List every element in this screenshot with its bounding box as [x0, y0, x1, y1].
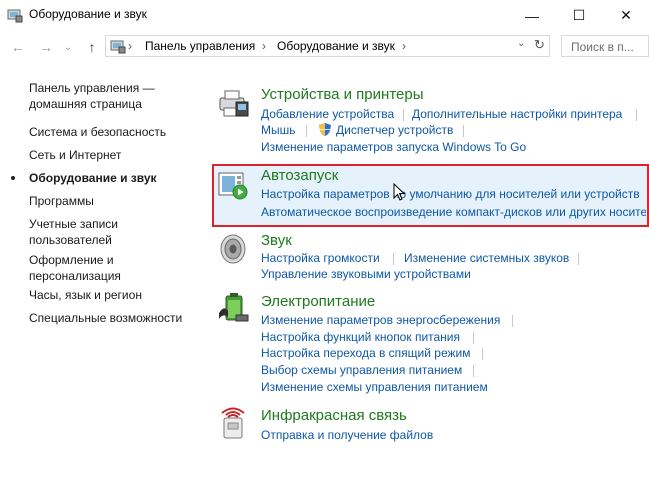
link-volume[interactable]: Настройка громкости [261, 251, 380, 265]
section-title-autoplay[interactable]: Автозапуск [261, 167, 338, 184]
link-power-saving[interactable]: Изменение параметров энергосбережения [261, 313, 500, 327]
search-input[interactable]: Поиск в п... [561, 35, 649, 57]
link-divider [512, 315, 513, 327]
forward-arrow-icon[interactable]: → [36, 37, 56, 57]
breadcrumb-separator: › [262, 39, 266, 53]
refresh-icon[interactable]: ↻ [534, 37, 545, 53]
link-divider [473, 332, 474, 344]
sidebar-item-hardware-sound[interactable]: Оборудование и звук [29, 170, 157, 186]
sidebar-item-clock-region[interactable]: Часы, язык и регион [29, 287, 142, 303]
back-arrow-icon[interactable]: ← [8, 37, 28, 57]
sidebar-item-home[interactable]: Панель управления — домашняя страница [29, 80, 155, 112]
link-windows-to-go[interactable]: Изменение параметров запуска Windows To … [261, 140, 526, 154]
current-item-bullet [11, 176, 15, 180]
link-divider [636, 109, 637, 121]
section-title-power[interactable]: Электропитание [261, 293, 375, 310]
sidebar-item-appearance[interactable]: Оформление и персонализация [29, 252, 121, 284]
link-divider [482, 348, 483, 360]
control-panel-icon [110, 40, 126, 54]
link-power-buttons[interactable]: Настройка функций кнопок питания [261, 330, 460, 344]
sidebar-item-programs[interactable]: Программы [29, 193, 94, 209]
breadcrumb-separator: › [402, 39, 406, 53]
link-send-receive-files[interactable]: Отправка и получение файлов [261, 428, 433, 442]
link-sound-devices[interactable]: Управление звуковыми устройствами [261, 267, 471, 281]
link-add-device[interactable]: Добавление устройства [261, 107, 394, 121]
link-edit-plan[interactable]: Изменение схемы управления питанием [261, 380, 488, 394]
uac-shield-icon [319, 123, 331, 136]
link-system-sounds[interactable]: Изменение системных звуков [404, 251, 569, 265]
link-device-manager[interactable]: Диспетчер устройств [336, 123, 453, 137]
section-title-devices[interactable]: Устройства и принтеры [261, 86, 423, 103]
link-divider [473, 365, 474, 377]
up-arrow-icon[interactable]: ↑ [82, 37, 102, 57]
printer-icon [219, 90, 249, 117]
breadcrumb-separator: › [128, 39, 132, 53]
infrared-icon [221, 407, 245, 439]
section-title-infrared[interactable]: Инфракрасная связь [261, 407, 407, 424]
link-divider [403, 109, 404, 121]
sidebar-item-network[interactable]: Сеть и Интернет [29, 147, 121, 163]
speaker-icon [220, 234, 246, 264]
link-printer-settings[interactable]: Дополнительные настройки принтера [412, 107, 622, 121]
autoplay-icon [218, 172, 248, 200]
close-button[interactable]: ✕ [603, 0, 649, 31]
title-bar: Оборудование и звук — ☐ ✕ [0, 0, 649, 31]
search-placeholder: Поиск в п... [571, 40, 634, 54]
control-panel-icon [7, 9, 23, 23]
sidebar-item-system-security[interactable]: Система и безопасность [29, 124, 166, 140]
window-title: Оборудование и звук [29, 7, 147, 21]
link-divider [393, 253, 394, 265]
address-dropdown-icon[interactable]: ⌄ [517, 38, 525, 49]
link-choose-plan[interactable]: Выбор схемы управления питанием [261, 363, 462, 377]
recent-dropdown-icon[interactable]: ⌄ [58, 37, 78, 57]
mouse-cursor-icon [393, 183, 405, 201]
sidebar-item-accessibility[interactable]: Специальные возможности [29, 310, 182, 326]
maximize-button[interactable]: ☐ [556, 0, 602, 31]
section-title-sound[interactable]: Звук [261, 232, 292, 249]
link-mouse[interactable]: Мышь [261, 123, 296, 137]
link-divider [306, 125, 307, 137]
link-divider [578, 253, 579, 265]
link-divider [463, 125, 464, 137]
breadcrumb-control-panel[interactable]: Панель управления [145, 39, 255, 53]
address-bar[interactable]: › Панель управления › Оборудование и зву… [105, 35, 550, 57]
link-sleep[interactable]: Настройка перехода в спящий режим [261, 346, 470, 360]
link-autoplay-cd[interactable]: Автоматическое воспроизведение компакт-д… [261, 205, 646, 219]
link-autoplay-defaults[interactable]: Настройка параметров по умолчанию для но… [261, 187, 640, 201]
battery-power-icon [219, 293, 249, 322]
breadcrumb-hardware-sound[interactable]: Оборудование и звук [277, 39, 395, 53]
minimize-button[interactable]: — [509, 0, 555, 31]
sidebar-item-user-accounts[interactable]: Учетные записи пользователей [29, 216, 118, 248]
